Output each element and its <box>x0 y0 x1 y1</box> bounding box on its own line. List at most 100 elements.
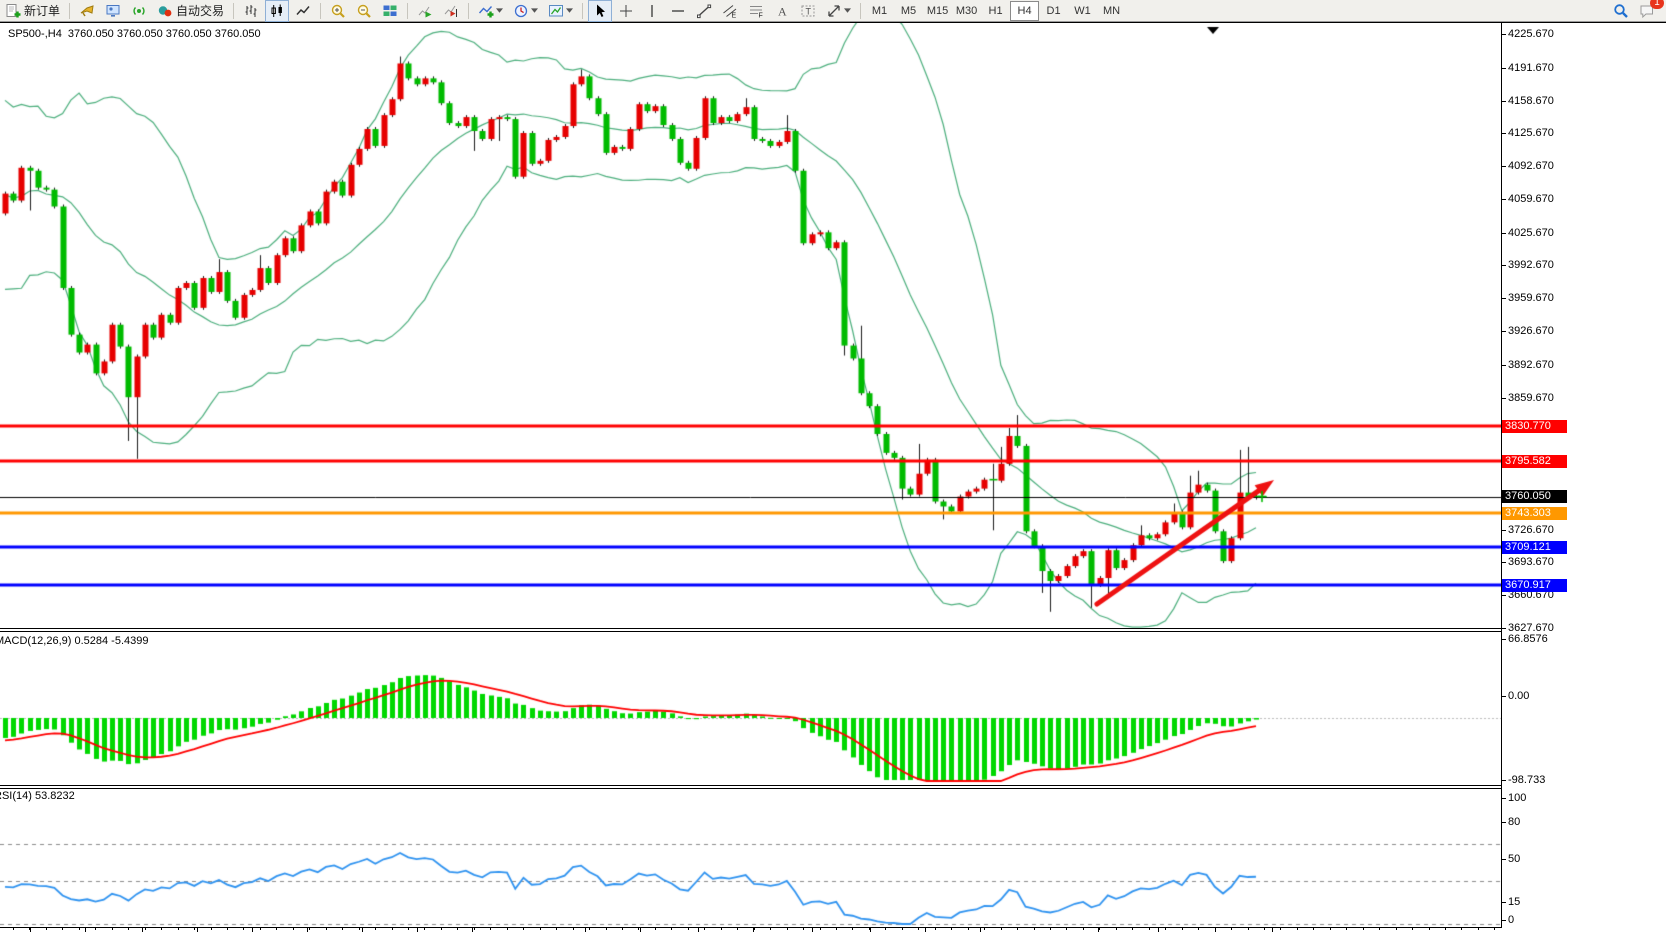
macd-indicator-canvas[interactable] <box>0 632 1502 785</box>
timeframe-button-h4[interactable]: H4 <box>1010 1 1039 21</box>
timeframe-button-m5[interactable]: M5 <box>894 1 923 21</box>
time-axis-minor-tick <box>951 928 952 930</box>
search-button[interactable] <box>1609 0 1633 22</box>
line-chart-button[interactable] <box>291 0 315 22</box>
trendline-tool-button[interactable] <box>692 0 716 22</box>
time-axis-minor-tick <box>622 928 623 930</box>
rsi-axis-label: 15 <box>1508 896 1520 908</box>
pane-separator[interactable] <box>0 785 1502 786</box>
time-axis-minor-tick <box>1461 928 1462 930</box>
zoom-in-icon <box>330 3 346 19</box>
axis-tick <box>1501 639 1506 640</box>
bar-chart-button[interactable] <box>239 0 263 22</box>
time-axis-minor-tick <box>968 928 969 930</box>
time-axis-minor-tick <box>589 928 590 930</box>
axis-tick <box>1501 696 1506 697</box>
time-axis-minor-tick <box>13 928 14 930</box>
zoom-out-button[interactable] <box>352 0 376 22</box>
pane-separator[interactable] <box>0 631 1502 632</box>
time-axis-tick <box>30 928 31 932</box>
new-order-button[interactable]: 新订单 <box>1 0 64 22</box>
chart-shift-button[interactable] <box>439 0 463 22</box>
axis-tick <box>1501 920 1506 921</box>
time-axis-minor-tick <box>1297 928 1298 930</box>
time-axis-tick <box>870 928 871 932</box>
zoom-in-button[interactable] <box>326 0 350 22</box>
text-label-tool-button[interactable]: T <box>796 0 820 22</box>
cursor-tool-button[interactable] <box>588 0 612 22</box>
time-axis-minor-tick <box>145 928 146 930</box>
rsi-axis-label: 0 <box>1508 914 1514 926</box>
pane-separator[interactable] <box>0 788 1502 789</box>
market-watch-button[interactable] <box>101 0 125 22</box>
main-price-chart-canvas[interactable] <box>0 23 1502 629</box>
horn-icon <box>79 3 95 19</box>
templates-button[interactable] <box>544 0 577 22</box>
equidistant-channel-tool-button[interactable]: E <box>718 0 742 22</box>
text-tool-button[interactable]: A <box>770 0 794 22</box>
axis-tick <box>1501 398 1506 399</box>
chevron-down-icon[interactable] <box>496 8 503 13</box>
notifications-button[interactable]: 1 <box>1635 0 1659 22</box>
toolbar-separator <box>407 3 408 19</box>
horn-icon-button[interactable] <box>75 0 99 22</box>
pane-separator[interactable] <box>0 628 1502 629</box>
crosshair-tool-button[interactable] <box>614 0 638 22</box>
time-axis-tick <box>417 928 418 932</box>
time-axis-minor-tick <box>1001 928 1002 930</box>
price-axis-label: 3627.670 <box>1508 622 1554 634</box>
time-axis-tick <box>925 928 926 932</box>
price-tag-3670.917: 3670.917 <box>1502 579 1567 592</box>
chevron-down-icon[interactable] <box>531 8 538 13</box>
new-order-icon <box>5 3 21 19</box>
toolbar-separator <box>69 3 70 19</box>
auto-trading-button[interactable]: 自动交易 <box>153 0 228 22</box>
price-axis-label: 4225.670 <box>1508 28 1554 40</box>
time-axis-minor-tick <box>1379 928 1380 930</box>
timeframe-button-m15[interactable]: M15 <box>923 1 952 21</box>
timeframe-button-mn[interactable]: MN <box>1097 1 1126 21</box>
timeframe-button-d1[interactable]: D1 <box>1039 1 1068 21</box>
svg-text:E: E <box>732 12 737 19</box>
time-axis-minor-tick <box>1264 928 1265 930</box>
signals-button[interactable] <box>127 0 151 22</box>
chevron-down-icon[interactable] <box>566 8 573 13</box>
macd-axis-label: -98.733 <box>1508 774 1545 786</box>
time-axis-minor-tick <box>1445 928 1446 930</box>
price-tag-3743.303: 3743.303 <box>1502 507 1567 520</box>
fibo-icon: F <box>748 3 764 19</box>
candlestick-chart-button[interactable] <box>265 0 289 22</box>
time-axis-minor-tick <box>79 928 80 930</box>
horizontal-line-tool-button[interactable] <box>666 0 690 22</box>
timeframe-button-m1[interactable]: M1 <box>865 1 894 21</box>
vertical-line-tool-button[interactable] <box>640 0 664 22</box>
periods-button[interactable] <box>509 0 542 22</box>
time-axis-minor-tick <box>540 928 541 930</box>
price-tag-3760.050: 3760.050 <box>1502 490 1567 503</box>
time-axis-tick <box>85 928 86 932</box>
rsi-indicator-canvas[interactable] <box>0 788 1502 927</box>
time-axis-minor-tick <box>523 928 524 930</box>
price-axis-label: 3693.670 <box>1508 556 1554 568</box>
tile-windows-button[interactable] <box>378 0 402 22</box>
time-axis-minor-tick <box>1248 928 1249 930</box>
crosshair-icon <box>618 3 634 19</box>
axis-tick <box>1501 298 1506 299</box>
time-axis-minor-tick <box>820 928 821 930</box>
arrows-tool-button[interactable] <box>822 0 855 22</box>
auto-scroll-button[interactable] <box>413 0 437 22</box>
time-axis-minor-tick <box>95 928 96 930</box>
time-axis-minor-tick <box>1494 928 1495 930</box>
timeframe-button-h1[interactable]: H1 <box>981 1 1010 21</box>
fibonacci-tool-button[interactable]: F <box>744 0 768 22</box>
axis-tick <box>1501 166 1506 167</box>
timeframe-button-m30[interactable]: M30 <box>952 1 981 21</box>
chevron-down-icon[interactable] <box>844 8 851 13</box>
axis-tick <box>1501 133 1506 134</box>
time-axis-minor-tick <box>1478 928 1479 930</box>
time-axis-tick <box>362 928 363 932</box>
price-axis-label: 4191.670 <box>1508 62 1554 74</box>
indicators-button[interactable] <box>474 0 507 22</box>
time-axis-minor-tick <box>1231 928 1232 930</box>
timeframe-button-w1[interactable]: W1 <box>1068 1 1097 21</box>
